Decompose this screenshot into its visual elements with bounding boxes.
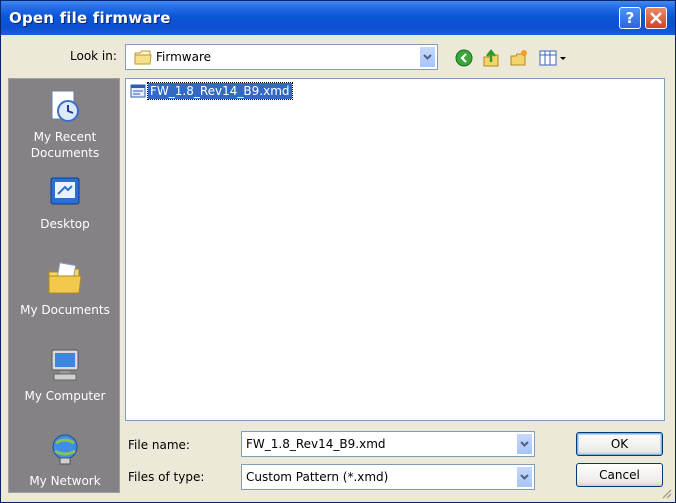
look-in-label: Look in: [70, 49, 117, 63]
look-in-dropdown[interactable]: Firmware [125, 44, 438, 70]
dialog-title: Open file firmware [9, 9, 171, 27]
places-bar: My Recent Documents Desktop My Documents… [8, 78, 120, 493]
look-in-dropdown-button[interactable] [419, 46, 436, 68]
file-name-input[interactable]: FW_1.8_Rev14_B9.xmd [241, 431, 535, 457]
place-my-network[interactable]: My Network [9, 431, 121, 489]
ok-button[interactable]: OK [576, 432, 663, 456]
up-folder-icon[interactable] [482, 49, 500, 67]
file-name-dropdown-button[interactable] [516, 433, 533, 455]
close-button[interactable] [645, 7, 667, 29]
file-name-label: File name: [128, 438, 190, 452]
chevron-down-icon [520, 474, 529, 480]
file-type-label: Files of type: [128, 470, 205, 484]
place-label: My Computer [24, 389, 106, 403]
file-list[interactable]: FW_1.8_Rev14_B9.xmd [125, 78, 665, 421]
folder-icon [134, 50, 152, 65]
help-button[interactable]: ? [619, 7, 641, 29]
file-type-select[interactable]: Custom Pattern (*.xmd) [241, 464, 535, 490]
view-menu-icon[interactable] [539, 49, 567, 67]
title-bar[interactable]: Open file firmware ? [1, 1, 675, 35]
file-name-value: FW_1.8_Rev14_B9.xmd [246, 437, 386, 451]
place-label: Desktop [40, 217, 90, 231]
new-folder-icon[interactable] [510, 49, 528, 67]
file-type-dropdown-button[interactable] [516, 466, 533, 488]
place-recent-documents[interactable]: My Recent Documents [9, 87, 121, 161]
file-name: FW_1.8_Rev14_B9.xmd [147, 82, 293, 100]
look-in-value: Firmware [156, 50, 211, 64]
place-my-computer[interactable]: My Computer [9, 346, 121, 404]
resize-grip-icon[interactable] [660, 487, 672, 499]
close-icon [650, 12, 662, 24]
open-file-dialog: Open file firmware ? Look in: Firmware M… [0, 0, 676, 503]
cancel-button[interactable]: Cancel [576, 463, 663, 487]
my-computer-icon [51, 349, 79, 381]
chevron-down-icon [520, 441, 529, 447]
place-label: My Network [29, 474, 101, 488]
my-documents-icon [48, 262, 82, 294]
recent-documents-icon [51, 90, 79, 122]
place-label: My Recent Documents [30, 130, 100, 160]
list-item[interactable]: FW_1.8_Rev14_B9.xmd [130, 82, 293, 100]
place-my-documents[interactable]: My Documents [9, 260, 121, 318]
help-icon: ? [625, 9, 635, 27]
desktop-icon [50, 177, 80, 205]
file-type-value: Custom Pattern (*.xmd) [246, 470, 389, 484]
place-desktop[interactable]: Desktop [9, 174, 121, 232]
my-network-icon [52, 434, 78, 465]
back-icon[interactable] [455, 49, 473, 67]
xmd-file-icon [130, 84, 146, 98]
chevron-down-icon [423, 54, 432, 60]
place-label: My Documents [20, 303, 110, 317]
